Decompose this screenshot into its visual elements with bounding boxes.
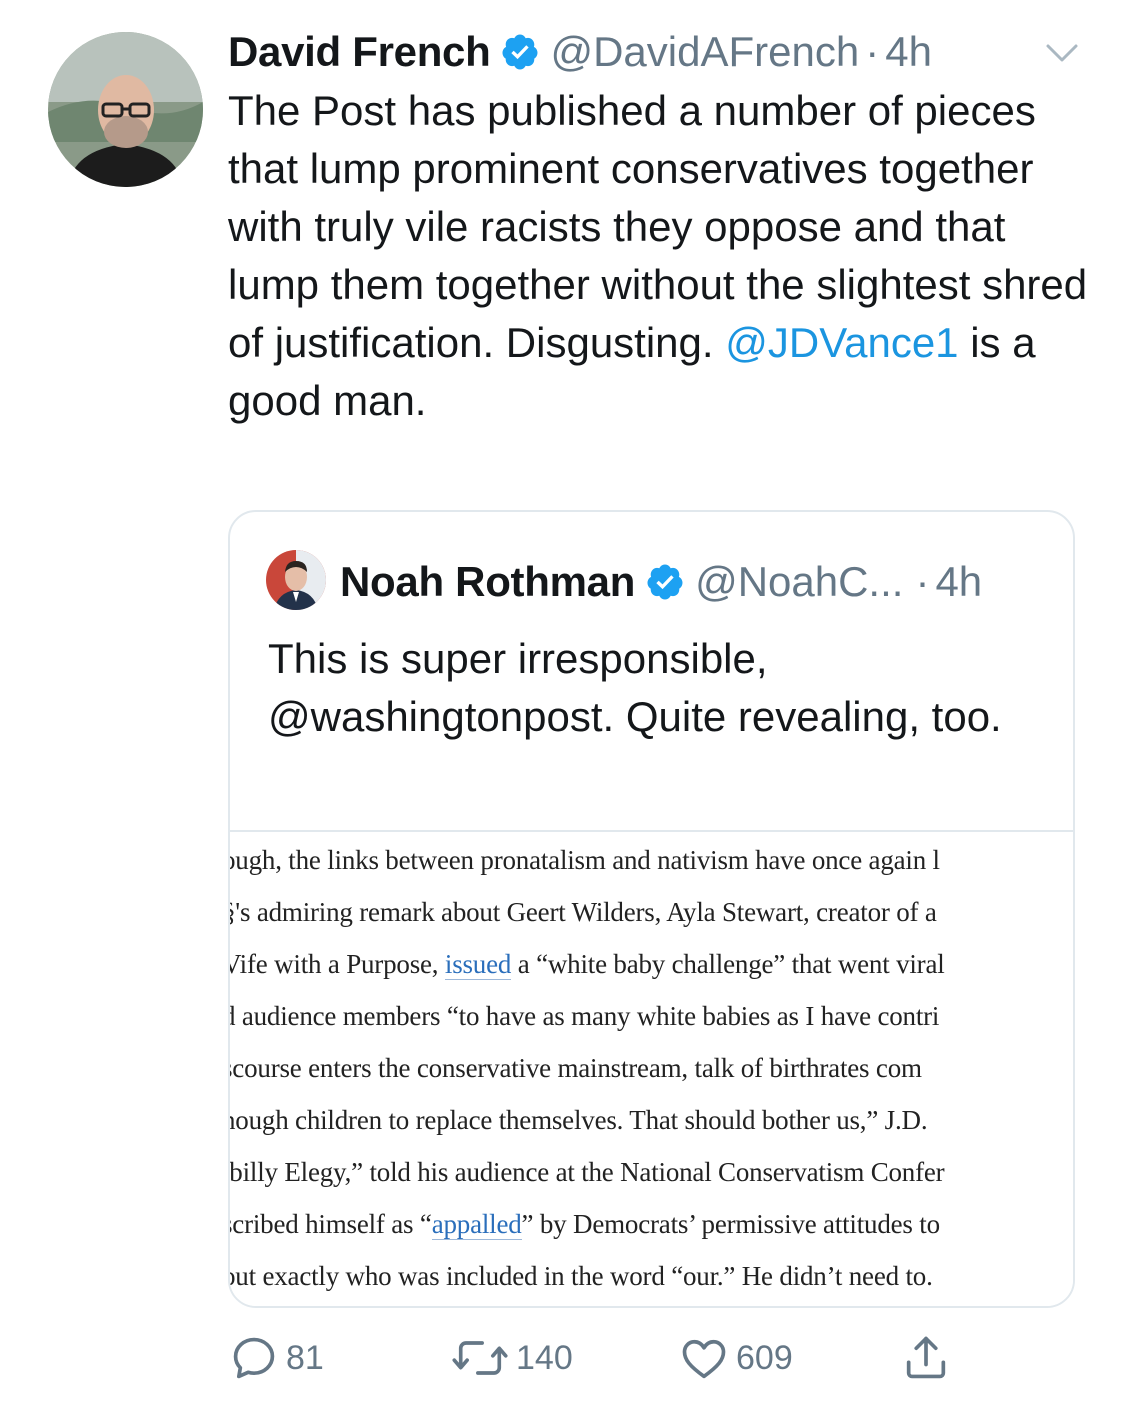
reply-count: 81 [286,1338,324,1377]
article-link: issued [444,949,512,980]
article-link: appalled [431,1209,522,1240]
article-line: ough, the links between pronatalism and … [230,834,1073,886]
tweet-action-bar: 81 140 609 [228,1328,1078,1388]
article-text: nough children to replace themselves. Th… [230,1105,928,1135]
article-line: scribed himself as “appalled” by Democra… [230,1198,1073,1250]
quote-author-avatar [266,550,326,610]
heart-icon [682,1339,726,1379]
quote-text: This is super irresponsible, @washington… [268,635,1002,740]
article-text: ough, the links between pronatalism and … [230,845,940,875]
chevron-down-icon[interactable] [1042,38,1082,68]
tweet-header: David French @DavidAFrench · 4h [228,24,1098,80]
article-text: §'s admiring remark about Geert Wilders,… [230,897,937,927]
retweet-count: 140 [516,1338,573,1377]
quote-article-screenshot[interactable]: ough, the links between pronatalism and … [230,830,1073,1306]
tweet-time[interactable]: 4h [885,28,932,76]
author-avatar[interactable] [48,32,203,187]
article-line: scourse enters the conservative mainstre… [230,1042,1073,1094]
article-line: lbilly Elegy,” told his audience at the … [230,1146,1073,1198]
article-line: Vife with a Purpose, issued a “white bab… [230,938,1073,990]
author-name[interactable]: David French [228,28,491,76]
quote-author-handle: @NoahC... [695,558,904,605]
retweet-icon [452,1341,508,1375]
article-text: a “white baby challenge” that went viral [511,949,945,979]
article-text: ” by Democrats’ permissive attitudes to [521,1209,941,1239]
quote-time: 4h [935,558,983,605]
article-text: lbilly Elegy,” told his audience at the … [230,1157,945,1187]
quote-avatar-image [266,550,326,610]
quote-author-name: Noah Rothman [340,558,636,605]
quote-header: Noah Rothman @NoahC... · 4h [340,552,982,612]
author-handle[interactable]: @DavidAFrench [550,28,859,76]
article-line: §'s admiring remark about Geert Wilders,… [230,886,1073,938]
article-text: scribed himself as “ [230,1209,432,1239]
quote-time-separator: · [915,558,930,605]
mention-link[interactable]: @JDVance1 [725,319,958,366]
article-text-lines: ough, the links between pronatalism and … [230,834,1073,1302]
verified-badge-icon [647,564,683,600]
tweet-text: The Post has published a number of piece… [228,82,1088,430]
share-icon [906,1336,946,1379]
quoted-tweet-card[interactable]: Noah Rothman @NoahC... · 4h This is supe… [228,510,1075,1308]
author-avatar-image [48,32,203,187]
share-button[interactable] [900,1328,952,1388]
article-text: Vife with a Purpose, [230,949,445,979]
article-line: d audience members “to have as many whit… [230,990,1073,1042]
article-text: d audience members “to have as many whit… [230,1001,940,1031]
reply-icon [233,1337,275,1379]
article-text: out exactly who was included in the word… [230,1261,933,1291]
article-text: scourse enters the conservative mainstre… [230,1053,922,1083]
like-button[interactable]: 609 [678,1328,793,1388]
reply-button[interactable]: 81 [228,1328,324,1388]
article-line: out exactly who was included in the word… [230,1250,1073,1302]
verified-badge-icon [502,34,538,70]
article-line: nough children to replace themselves. Th… [230,1094,1073,1146]
like-count: 609 [736,1338,793,1377]
time-separator: · [865,28,880,75]
retweet-button[interactable]: 140 [450,1328,573,1388]
